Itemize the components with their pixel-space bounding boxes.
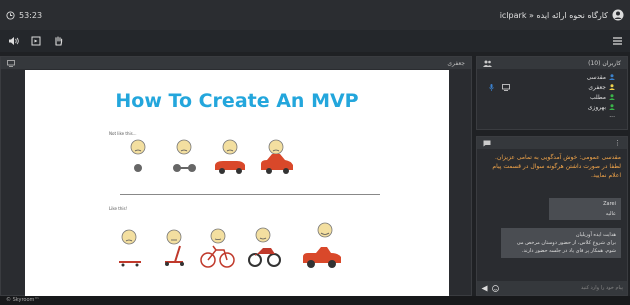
user-icon: [609, 104, 615, 110]
bicycle-shape: [200, 245, 235, 268]
menu-icon[interactable]: [613, 37, 622, 45]
users-panel: کاربران (10) مقدسی جعفری مطلب بهروزی ...: [476, 56, 628, 130]
car-body-shape: [215, 161, 245, 174]
presenter-name: جعفری: [447, 59, 465, 67]
users-icon: [483, 60, 492, 67]
mvp-illustration: [119, 139, 341, 268]
footer-text: © Skyroom™: [6, 297, 40, 303]
user-name: جعفری: [588, 83, 606, 91]
chat-input[interactable]: پیام خود را وارد کنید: [581, 285, 623, 291]
presentation-panel: جعفری How To Create An MVP Not like this…: [0, 56, 472, 296]
wheel-shape: [134, 164, 142, 172]
room-title: iclpark » کارگاه نحوه ارائه ایده: [500, 9, 624, 21]
presentation-header: جعفری: [1, 57, 471, 69]
chat-input-bar: پیام خود را وارد کنید: [477, 281, 627, 295]
user-name: مقدسی: [586, 73, 606, 81]
chat-header: ⋮: [477, 137, 627, 149]
screen-share-icon[interactable]: [31, 36, 41, 46]
user-icon: [609, 94, 615, 100]
chat-message: هدایت ایده آوریلیان برای شروع کلاس، از ح…: [501, 228, 621, 258]
top-bar: 53:23 iclpark » کارگاه نحوه ارائه ایده: [0, 0, 630, 30]
user-account-icon[interactable]: [612, 9, 624, 21]
chat-icon: [483, 140, 491, 146]
emoji-icon[interactable]: [492, 284, 499, 292]
users-count: کاربران (10): [588, 59, 621, 67]
user-name: بهروزی: [587, 103, 606, 111]
clock-icon: [6, 10, 15, 20]
user-row[interactable]: بهروزی: [477, 102, 627, 112]
monitor-icon: [502, 83, 510, 91]
axle-shape: [173, 164, 196, 172]
speaker-icon[interactable]: [8, 36, 19, 46]
user-row[interactable]: ...: [477, 112, 627, 118]
user-name: مطلب: [589, 93, 606, 101]
convertible-shape: [303, 247, 341, 268]
chat-message: Zarei عالیه: [549, 198, 621, 220]
user-icon: [609, 84, 615, 90]
user-icon: [609, 74, 615, 80]
footer: © Skyroom™: [0, 296, 630, 305]
slide: How To Create An MVP Not like this... Li…: [25, 70, 449, 296]
user-row[interactable]: مطلب: [477, 92, 627, 102]
chat-welcome-message: مقدسی عمومی: خوش آمدگویی به تمامی عزیزان…: [492, 154, 621, 179]
monitor-icon: [7, 59, 15, 67]
users-header: کاربران (10): [477, 57, 627, 69]
user-row[interactable]: مقدسی: [477, 72, 627, 82]
chat-message-text: عالیه: [605, 211, 616, 217]
car-shape: [261, 154, 293, 174]
motorcycle-shape: [248, 248, 281, 267]
toolbar: [0, 30, 630, 52]
chat-options-icon[interactable]: ⋮: [614, 139, 621, 147]
timer-value: 53:23: [19, 10, 43, 20]
raise-hand-icon[interactable]: [53, 36, 63, 46]
send-icon[interactable]: [481, 285, 488, 292]
room-title-text: iclpark » کارگاه نحوه ارائه ایده: [499, 10, 608, 20]
chat-message-title: هدایت ایده آوریلیان: [575, 232, 616, 238]
chat-message-text: برای شروع کلاس، از حضور دوستان مرخص می ش…: [516, 240, 616, 254]
scooter-shape: [165, 245, 184, 266]
timer: 53:23: [6, 11, 42, 20]
user-name: ...: [609, 112, 615, 118]
user-row[interactable]: جعفری: [477, 82, 627, 92]
chat-message-sender: Zarei: [603, 201, 616, 207]
skateboard-shape: [119, 261, 141, 267]
microphone-icon: [489, 83, 494, 91]
chat-panel: ⋮ مقدسی عمومی: خوش آمدگویی به تمامی عزیز…: [476, 136, 628, 296]
